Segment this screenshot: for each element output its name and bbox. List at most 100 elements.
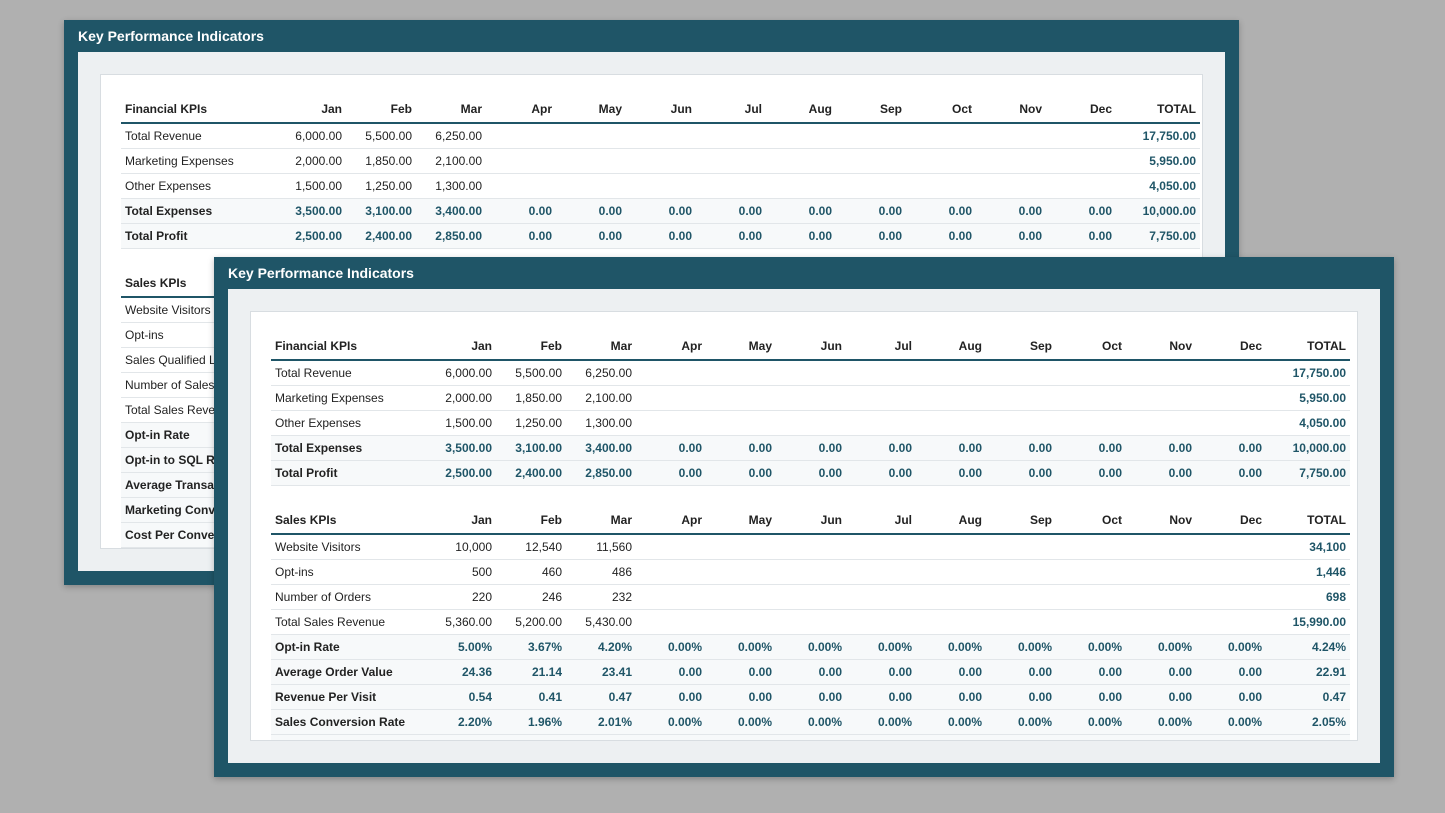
table-header-month: Jan (426, 508, 496, 534)
cell (636, 560, 706, 585)
cell: 0.00 (556, 224, 626, 249)
row-label: Revenue Per Visit (271, 685, 426, 710)
cell: 0.00 (976, 199, 1046, 224)
cell: 0.00 (846, 735, 916, 742)
table-header-month: Nov (976, 97, 1046, 123)
cell: 0.00% (706, 710, 776, 735)
table-header-month: Apr (636, 334, 706, 360)
cell: 0.54 (426, 685, 496, 710)
table-row: Total Expenses3,500.003,100.003,400.000.… (121, 199, 1200, 224)
cell (916, 610, 986, 635)
cell: 0.00% (986, 710, 1056, 735)
row-total: 4,050.00 (1116, 174, 1200, 199)
cell (1196, 534, 1266, 560)
cell (846, 360, 916, 386)
cell (636, 386, 706, 411)
cell (636, 610, 706, 635)
table-header-month: May (706, 508, 776, 534)
cell: 0.00 (636, 660, 706, 685)
cell: 0.00 (846, 685, 916, 710)
row-label: Total Expenses (271, 436, 426, 461)
cell: 5,200.00 (496, 610, 566, 635)
table-header-total: TOTAL (1116, 97, 1200, 123)
cell: 5.00% (426, 635, 496, 660)
cell: 0.00 (1196, 461, 1266, 486)
cell: 2.81 (496, 735, 566, 742)
table-header-month: Apr (486, 97, 556, 123)
cell (706, 610, 776, 635)
row-total: 15,990.00 (1266, 610, 1350, 635)
cell (696, 123, 766, 149)
cell: 0.00% (776, 635, 846, 660)
cell: 0.00 (706, 461, 776, 486)
table-header-month: Oct (1056, 508, 1126, 534)
cell: 0.00 (1196, 660, 1266, 685)
cell: 0.00 (706, 735, 776, 742)
cell: 0.00% (986, 635, 1056, 660)
cell (976, 174, 1046, 199)
cell (1046, 123, 1116, 149)
cell: 2,000.00 (426, 386, 496, 411)
table-header-month: Oct (1056, 334, 1126, 360)
cell (1196, 411, 1266, 436)
cell (766, 123, 836, 149)
cell: 0.00% (706, 635, 776, 660)
cell: 0.00% (1196, 710, 1266, 735)
cell (906, 174, 976, 199)
cell: 0.00 (846, 436, 916, 461)
cell (976, 123, 1046, 149)
cell (906, 123, 976, 149)
cell (916, 411, 986, 436)
table-header-label: Sales KPIs (271, 508, 426, 534)
cell: 1,850.00 (496, 386, 566, 411)
cell: 0.00% (846, 635, 916, 660)
cell: 0.00 (1196, 436, 1266, 461)
table-header-month: Jan (276, 97, 346, 123)
row-total: 10,000.00 (1116, 199, 1200, 224)
cell: 0.00 (636, 735, 706, 742)
table-header-month: Jan (426, 334, 496, 360)
cell: 3,500.00 (426, 436, 496, 461)
cell (696, 174, 766, 199)
cell: 0.00 (976, 224, 1046, 249)
table-row: Opt-in Rate5.00%3.67%4.20%0.00%0.00%0.00… (271, 635, 1350, 660)
table-row: Opt-ins5004604861,446 (271, 560, 1350, 585)
cell (986, 386, 1056, 411)
cell (916, 534, 986, 560)
cell (1056, 386, 1126, 411)
cell: 0.00% (916, 635, 986, 660)
cell (1126, 534, 1196, 560)
cell (636, 585, 706, 610)
cell: 3.67% (496, 635, 566, 660)
cell: 0.00 (486, 199, 556, 224)
cell (1196, 360, 1266, 386)
cell (1196, 560, 1266, 585)
cell (636, 360, 706, 386)
cell: 0.00 (1196, 735, 1266, 742)
cell: 0.00 (916, 660, 986, 685)
cell (846, 386, 916, 411)
cell (696, 149, 766, 174)
cell: 3,100.00 (346, 199, 416, 224)
cell (626, 123, 696, 149)
row-label: Marketing Expenses (271, 386, 426, 411)
table-header-month: Dec (1046, 97, 1116, 123)
cell (776, 610, 846, 635)
cell: 0.00 (776, 461, 846, 486)
cell: 0.00 (766, 199, 836, 224)
cell: 0.00% (846, 710, 916, 735)
cell: 2,100.00 (416, 149, 486, 174)
cell (1046, 149, 1116, 174)
cell: 460 (496, 560, 566, 585)
cell: 0.00% (636, 710, 706, 735)
row-label: Marketing Expenses (121, 149, 276, 174)
cell (916, 386, 986, 411)
row-label: Total Profit (271, 461, 426, 486)
table-row: Other Expenses1,500.001,250.001,300.004,… (121, 174, 1200, 199)
row-total: 4.24% (1266, 635, 1350, 660)
row-label: Total Sales Revenue (271, 610, 426, 635)
table-header-month: Aug (916, 508, 986, 534)
cell: 3,500.00 (276, 199, 346, 224)
cell (986, 610, 1056, 635)
cell: 0.47 (566, 685, 636, 710)
